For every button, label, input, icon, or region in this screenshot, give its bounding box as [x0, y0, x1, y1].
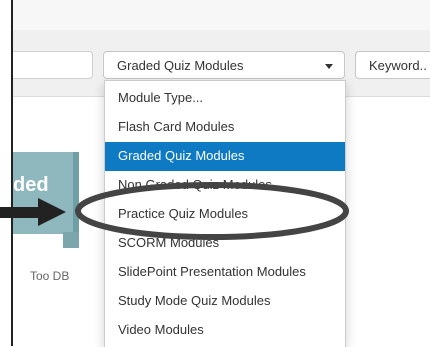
module-thumbnail[interactable]: ded [13, 148, 79, 248]
dropdown-item[interactable]: Video Modules [105, 316, 345, 345]
dropdown-item-label: Video Modules [118, 322, 204, 337]
dropdown-item[interactable]: Study Mode Quiz Modules [105, 287, 345, 316]
module-type-dropdown-menu: Module Type... Flash Card Modules Graded… [104, 80, 346, 347]
dropdown-item[interactable]: SlidePoint Presentation Modules [105, 258, 345, 287]
dropdown-item[interactable]: SCORM Modules [105, 229, 345, 258]
thumbnail-caption: Too DB [30, 269, 70, 283]
dropdown-item[interactable]: Practice Quiz Modules [105, 200, 345, 229]
dropdown-item[interactable]: Flash Card Modules [105, 113, 345, 142]
dropdown-item-selected[interactable]: Graded Quiz Modules [105, 142, 345, 171]
dropdown-item[interactable]: Non Graded Quiz Modules [105, 171, 345, 200]
dropdown-item-label: Study Mode Quiz Modules [118, 293, 271, 308]
dropdown-item-label: Practice Quiz Modules [118, 206, 249, 221]
chevron-down-icon [325, 64, 333, 69]
dropdown-item-label: Module Type... [118, 90, 204, 105]
dropdown-item-label: SCORM Modules [118, 235, 220, 250]
top-bar [13, 0, 430, 31]
dropdown-item-label: Graded Quiz Modules [118, 148, 245, 163]
module-type-select-value: Graded Quiz Modules [117, 58, 244, 73]
dropdown-item-label: Non Graded Quiz Modules [118, 177, 272, 192]
keyword-label: Keyword.. [369, 58, 427, 73]
module-type-select[interactable]: Graded Quiz Modules [103, 51, 345, 79]
keyword-button[interactable]: Keyword.. [355, 51, 430, 79]
dropdown-item-label: Flash Card Modules [118, 119, 235, 134]
thumbnail-stand [63, 232, 79, 248]
dropdown-item[interactable]: Module Type... [105, 84, 345, 113]
dropdown-item-label: SlidePoint Presentation Modules [118, 264, 306, 279]
thumbnail-text: ded [13, 174, 49, 196]
search-input[interactable] [13, 51, 93, 79]
